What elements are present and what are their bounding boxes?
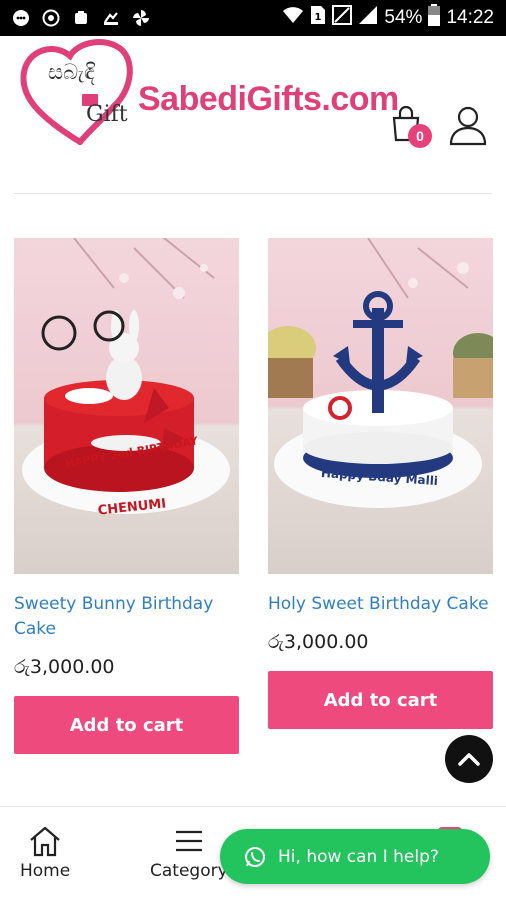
nav-category[interactable]: Category	[150, 825, 228, 881]
heart-logo-icon	[20, 39, 133, 145]
brand-name: SabediGifts.com	[138, 80, 399, 118]
battery-percent: 54%	[384, 7, 423, 28]
product-price: රු3,000.00	[14, 656, 115, 678]
system-status: 1 54% 14:22	[282, 4, 494, 32]
logo-gift-text: Gift	[86, 102, 128, 127]
signal-icon	[358, 5, 378, 31]
product-title[interactable]: Sweety Bunny Birthday Cake	[14, 592, 239, 642]
target-icon	[42, 9, 60, 27]
battery-icon	[428, 4, 441, 32]
logo-script-text: සබැඳි	[48, 60, 95, 84]
product-image[interactable]: Happy Bday Malli	[268, 238, 493, 574]
brand-logo[interactable]: සබැඳි Gift SabediGifts.com	[18, 34, 399, 145]
product-card: HAPPY 2nd BIRTHDAY CHENUMI Sweety Bunny …	[14, 238, 239, 754]
wifi-icon	[282, 6, 304, 30]
notification-icons	[12, 9, 150, 27]
product-card: Happy Bday Malli Holy Sweet Birthday Cak…	[268, 238, 493, 729]
product-image[interactable]: HAPPY 2nd BIRTHDAY CHENUMI	[14, 238, 239, 574]
menu-icon	[175, 830, 202, 852]
header-divider	[14, 193, 492, 194]
nav-home-label: Home	[20, 861, 71, 881]
nav-category-label: Category	[150, 861, 228, 881]
signal-empty-icon	[332, 5, 353, 31]
whatsapp-label: Hi, how can I help?	[278, 846, 439, 867]
product-title[interactable]: Holy Sweet Birthday Cake	[268, 592, 493, 617]
svg-text:1: 1	[315, 12, 322, 23]
product-price: රු3,000.00	[268, 631, 369, 653]
hand-icon	[102, 9, 120, 27]
whatsapp-chat-button[interactable]: Hi, how can I help?	[220, 829, 490, 884]
pinwheel-icon	[132, 9, 150, 27]
whatsapp-icon	[245, 846, 265, 867]
user-icon	[449, 106, 487, 146]
sim-icon: 1	[310, 5, 326, 31]
home-icon	[30, 826, 60, 857]
add-to-cart-button[interactable]: Add to cart	[268, 671, 493, 729]
app-icon	[72, 9, 90, 27]
cart-count-badge: 0	[408, 124, 432, 148]
status-bar: 1 54% 14:22	[0, 0, 506, 36]
chevron-up-icon	[458, 753, 480, 766]
chat-icon	[12, 9, 30, 27]
add-to-cart-button[interactable]: Add to cart	[14, 696, 239, 754]
account-button[interactable]	[448, 104, 488, 146]
scroll-to-top-button[interactable]	[445, 735, 493, 783]
nav-home[interactable]: Home	[20, 825, 70, 881]
clock: 14:22	[446, 7, 494, 28]
